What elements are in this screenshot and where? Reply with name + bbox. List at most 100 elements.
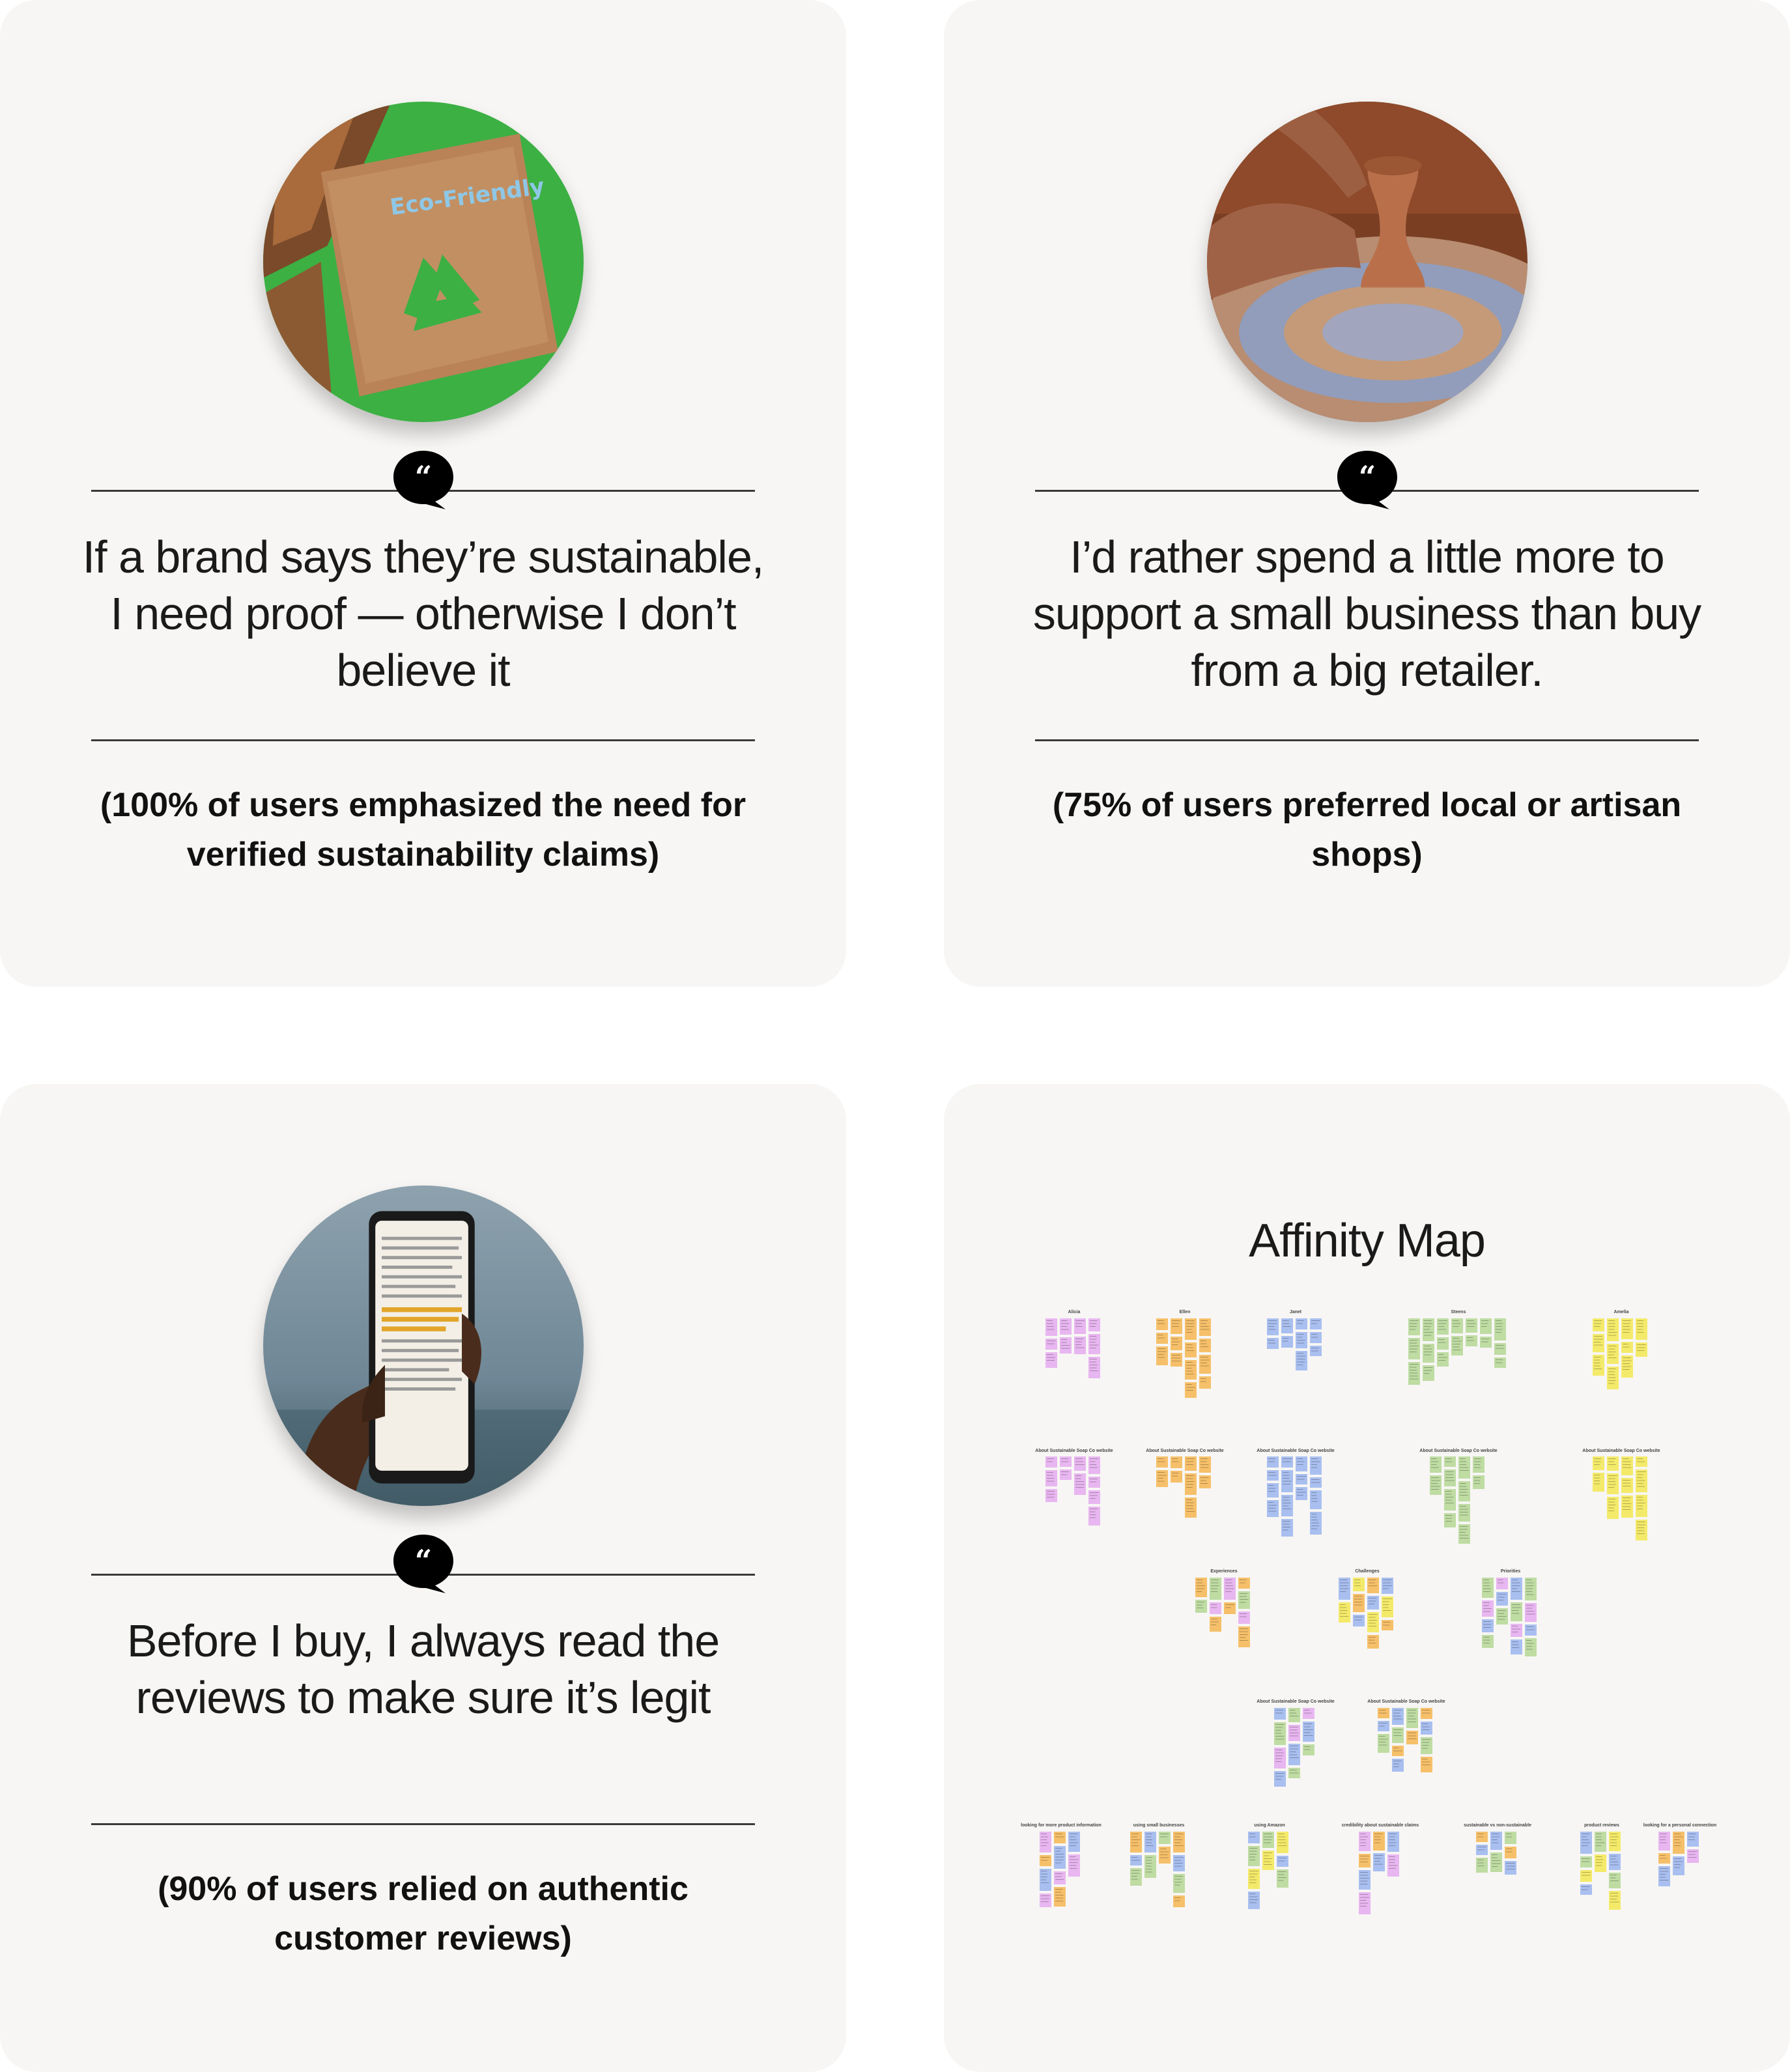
sticky-note	[1458, 1481, 1470, 1501]
sticky-note	[1248, 1846, 1260, 1866]
participant-label: Janet	[1290, 1310, 1302, 1314]
sticky-note	[1595, 1854, 1606, 1872]
sticky-note	[1277, 1869, 1288, 1888]
sticky-note	[1367, 1612, 1379, 1632]
sticky-note	[1423, 1344, 1434, 1363]
category-label: using Amazon	[1254, 1823, 1285, 1828]
quote-bubble-icon: “	[1337, 451, 1397, 509]
sticky-note	[1382, 1597, 1393, 1617]
eco-friendly-packaging-photo: Eco-Friendly	[263, 102, 584, 422]
sticky-note	[1171, 1471, 1182, 1483]
sticky-note	[1210, 1602, 1221, 1614]
sticky-note	[1658, 1832, 1670, 1851]
sticky-note	[1437, 1337, 1449, 1350]
quote-bubble-icon: “	[393, 1535, 453, 1593]
sticky-note	[1130, 1868, 1142, 1886]
sticky-note	[1248, 1869, 1260, 1889]
sticky-note	[1238, 1591, 1250, 1609]
sticky-note	[1490, 1852, 1502, 1872]
sticky-note	[1387, 1832, 1399, 1852]
sticky-note	[1045, 1318, 1057, 1336]
svg-text:“: “	[415, 1543, 432, 1578]
sticky-note	[1607, 1344, 1619, 1364]
insight-card-2: “ I’d rather spend a little more to supp…	[944, 0, 1790, 987]
sticky-note	[1609, 1891, 1621, 1910]
sticky-note	[1248, 1892, 1260, 1909]
sticky-note	[1248, 1832, 1260, 1843]
sticky-note	[1458, 1504, 1470, 1522]
sticky-note	[1274, 1708, 1286, 1720]
sticky-note	[1496, 1578, 1508, 1589]
sticky-note	[1353, 1615, 1365, 1626]
theme-label: Challenges	[1355, 1569, 1379, 1574]
sticky-note	[1159, 1832, 1171, 1844]
sticky-note	[1238, 1611, 1250, 1624]
sticky-note	[1156, 1346, 1168, 1365]
category-label: looking for a personal connection	[1643, 1823, 1716, 1828]
sticky-note	[1173, 1832, 1185, 1852]
sticky-note	[1525, 1638, 1537, 1656]
affinity-map-card: Affinity Map Alicia Ellen Janet Steens Ameli…	[944, 1084, 1790, 2072]
sticky-note	[1636, 1520, 1647, 1540]
stat-text: (90% of users relied on authentic custom…	[158, 1870, 689, 1957]
sticky-note	[1185, 1497, 1197, 1518]
sticky-note	[1171, 1456, 1182, 1468]
sticky-note	[1673, 1856, 1684, 1875]
sticky-note	[1088, 1334, 1100, 1354]
affinity-notes-canvas: Alicia Ellen Janet Steens Amelia About Sustai…	[1021, 1310, 1716, 1914]
quote-text: Before I buy, I always read the reviews …	[126, 1615, 720, 1723]
sticky-note	[1310, 1490, 1322, 1509]
sticky-note	[1173, 1895, 1185, 1907]
participant-label: Ellen	[1180, 1310, 1191, 1314]
sticky-note	[1482, 1578, 1494, 1598]
sticky-note	[1430, 1475, 1442, 1495]
about-website-label: About Sustainable Soap Co website	[1582, 1449, 1660, 1453]
sticky-note	[1144, 1832, 1156, 1852]
sticky-note	[1303, 1722, 1314, 1742]
theme-label: Priorities	[1501, 1569, 1520, 1574]
sticky-note	[1088, 1456, 1100, 1474]
sticky-note	[1658, 1866, 1670, 1886]
about-website-label: About Sustainable Soap Co website	[1367, 1699, 1445, 1704]
sticky-note	[1224, 1602, 1236, 1614]
affinity-map-board: Alicia Ellen Janet Steens Amelia About Sustai…	[1016, 1305, 1719, 1957]
sticky-note	[1621, 1456, 1633, 1475]
sticky-note	[1490, 1832, 1502, 1850]
about-website-label: About Sustainable Soap Co website	[1419, 1449, 1498, 1453]
about-website-label: About Sustainable Soap Co website	[1035, 1449, 1113, 1453]
sticky-note	[1199, 1376, 1211, 1389]
category-label: credibility about sustainable claims	[1342, 1823, 1419, 1828]
theme-label: Experiences	[1210, 1569, 1237, 1574]
sticky-note	[1238, 1626, 1250, 1647]
quote-text: I’d rather spend a little more to suppor…	[1032, 532, 1701, 696]
sticky-note	[1505, 1832, 1516, 1844]
sticky-note	[1054, 1887, 1066, 1907]
sticky-note	[1173, 1874, 1185, 1893]
category-label: using small businesses	[1133, 1823, 1185, 1828]
participant-label: Alicia	[1068, 1310, 1081, 1314]
sticky-note	[1373, 1853, 1385, 1871]
sticky-note	[1074, 1337, 1086, 1354]
sticky-note	[1580, 1870, 1592, 1882]
insight-card-3: “ Before I buy, I always read the review…	[0, 1084, 846, 2072]
sticky-note	[1505, 1847, 1516, 1858]
sticky-note	[1593, 1473, 1604, 1492]
sticky-note	[1525, 1603, 1537, 1622]
sticky-note	[1406, 1708, 1418, 1728]
divider-bottom	[91, 739, 755, 741]
pottery-wheel-photo	[1207, 102, 1527, 422]
sticky-note	[1281, 1336, 1293, 1348]
sticky-note	[1458, 1524, 1470, 1544]
affinity-map-title: Affinity Map	[1249, 1215, 1486, 1267]
sticky-note	[1296, 1351, 1307, 1370]
svg-text:“: “	[415, 459, 432, 494]
sticky-note	[1199, 1355, 1211, 1374]
divider-bottom	[91, 1823, 755, 1825]
stat-text: (100% of users emphasized the need for v…	[100, 786, 746, 873]
category-label: looking for more product information	[1021, 1823, 1101, 1828]
sticky-note	[1281, 1519, 1293, 1537]
about-website-label: About Sustainable Soap Co website	[1257, 1699, 1335, 1704]
quote-text: If a brand says they’re sustainable, I n…	[82, 532, 765, 696]
sticky-note	[1378, 1734, 1389, 1753]
about-website-label: About Sustainable Soap Co website	[1257, 1449, 1335, 1453]
